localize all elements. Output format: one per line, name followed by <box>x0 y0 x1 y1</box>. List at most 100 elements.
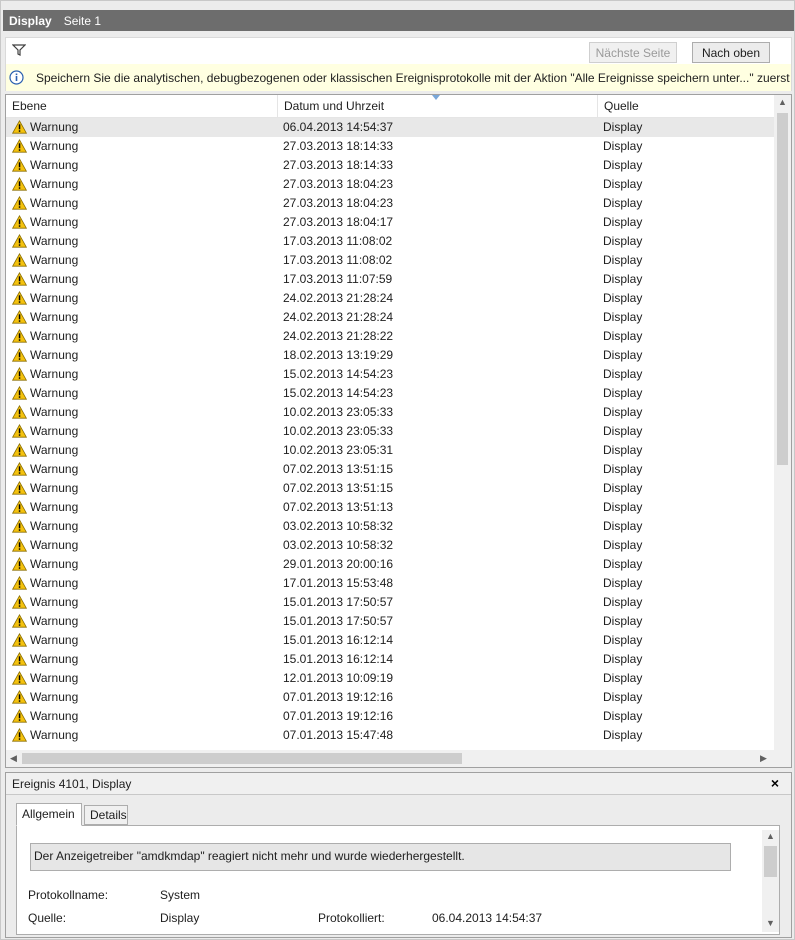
table-row[interactable]: Warnung 12.01.2013 10:09:19 Display <box>6 669 774 688</box>
close-icon[interactable]: × <box>771 775 779 791</box>
warning-icon <box>12 310 27 324</box>
warning-icon <box>12 462 27 476</box>
table-row[interactable]: Warnung 07.01.2013 19:12:16 Display <box>6 688 774 707</box>
warning-icon <box>12 633 27 647</box>
table-row[interactable]: Warnung 24.02.2013 21:28:24 Display <box>6 289 774 308</box>
table-row[interactable]: Warnung 17.03.2013 11:08:02 Display <box>6 232 774 251</box>
row-level: Warnung <box>30 633 79 647</box>
column-header-source[interactable]: Quelle <box>598 95 774 117</box>
row-datetime: 12.01.2013 10:09:19 <box>283 671 394 685</box>
vertical-scrollbar[interactable]: ▲ <box>774 95 791 750</box>
row-level: Warnung <box>30 595 79 609</box>
table-row[interactable]: Warnung 24.02.2013 21:28:24 Display <box>6 308 774 327</box>
scroll-corner <box>774 750 791 767</box>
row-source: Display <box>603 348 643 362</box>
row-source: Display <box>603 158 643 172</box>
next-page-button[interactable]: Nächste Seite <box>589 42 677 63</box>
row-source: Display <box>603 196 643 210</box>
event-rows: Warnung 06.04.2013 14:54:37 Display Warnung… <box>6 118 774 750</box>
table-row[interactable]: Warnung 15.01.2013 17:50:57 Display <box>6 612 774 631</box>
row-datetime: 03.02.2013 10:58:32 <box>283 519 394 533</box>
warning-icon <box>12 652 27 666</box>
scroll-left-icon[interactable]: ◀ <box>10 753 17 764</box>
table-row[interactable]: Warnung 10.02.2013 23:05:33 Display <box>6 403 774 422</box>
row-level: Warnung <box>30 215 79 229</box>
detail-title: Ereignis 4101, Display <box>12 777 132 791</box>
to-top-button[interactable]: Nach oben <box>692 42 770 63</box>
detail-scrollbar[interactable]: ▲ ▼ <box>762 830 779 932</box>
vertical-scroll-thumb[interactable] <box>777 113 788 465</box>
warning-icon <box>12 158 27 172</box>
row-datetime: 15.01.2013 16:12:14 <box>283 652 394 666</box>
table-row[interactable]: Warnung 27.03.2013 18:04:17 Display <box>6 213 774 232</box>
table-row[interactable]: Warnung 17.03.2013 11:07:59 Display <box>6 270 774 289</box>
row-source: Display <box>603 519 643 533</box>
row-level: Warnung <box>30 443 79 457</box>
table-row[interactable]: Warnung 06.04.2013 14:54:37 Display <box>6 118 774 137</box>
scroll-up-icon[interactable]: ▲ <box>778 97 787 107</box>
row-datetime: 15.02.2013 14:54:23 <box>283 367 394 381</box>
table-row[interactable]: Warnung 27.03.2013 18:04:23 Display <box>6 194 774 213</box>
warning-icon <box>12 576 27 590</box>
row-source: Display <box>603 443 643 457</box>
event-viewer-window: Display Seite 1 Nächste Seite Nach oben … <box>0 0 795 940</box>
horizontal-scrollbar[interactable]: ◀ ▶ <box>6 750 774 767</box>
row-level: Warnung <box>30 538 79 552</box>
detail-scroll-down-icon[interactable]: ▼ <box>766 918 775 928</box>
row-level: Warnung <box>30 291 79 305</box>
table-row[interactable]: Warnung 27.03.2013 18:14:33 Display <box>6 137 774 156</box>
warning-icon <box>12 595 27 609</box>
row-level: Warnung <box>30 139 79 153</box>
table-row[interactable]: Warnung 24.02.2013 21:28:22 Display <box>6 327 774 346</box>
table-row[interactable]: Warnung 10.02.2013 23:05:31 Display <box>6 441 774 460</box>
table-row[interactable]: Warnung 10.02.2013 23:05:33 Display <box>6 422 774 441</box>
row-datetime: 17.03.2013 11:08:02 <box>283 234 393 248</box>
table-row[interactable]: Warnung 07.01.2013 15:47:48 Display <box>6 726 774 745</box>
warning-icon <box>12 196 27 210</box>
table-row[interactable]: Warnung 07.02.2013 13:51:13 Display <box>6 498 774 517</box>
table-row[interactable]: Warnung 27.03.2013 18:04:23 Display <box>6 175 774 194</box>
detail-scroll-thumb[interactable] <box>764 846 777 877</box>
table-row[interactable]: Warnung 07.02.2013 13:51:15 Display <box>6 479 774 498</box>
table-row[interactable]: Warnung 15.02.2013 14:54:23 Display <box>6 384 774 403</box>
filter-icon[interactable] <box>12 44 26 56</box>
table-row[interactable]: Warnung 29.01.2013 20:00:16 Display <box>6 555 774 574</box>
table-row[interactable]: Warnung 15.01.2013 17:50:57 Display <box>6 593 774 612</box>
warning-icon <box>12 690 27 704</box>
row-level: Warnung <box>30 329 79 343</box>
table-row[interactable]: Warnung 18.02.2013 13:19:29 Display <box>6 346 774 365</box>
warning-icon <box>12 519 27 533</box>
row-source: Display <box>603 177 643 191</box>
row-source: Display <box>603 120 643 134</box>
row-source: Display <box>603 557 643 571</box>
table-row[interactable]: Warnung 07.02.2013 13:51:15 Display <box>6 460 774 479</box>
table-row[interactable]: Warnung 15.01.2013 16:12:14 Display <box>6 650 774 669</box>
row-source: Display <box>603 500 643 514</box>
row-source: Display <box>603 576 643 590</box>
tab-general[interactable]: Allgemein <box>16 803 82 826</box>
row-source: Display <box>603 614 643 628</box>
warning-icon <box>12 120 27 134</box>
row-datetime: 07.01.2013 15:47:48 <box>283 728 394 742</box>
row-datetime: 10.02.2013 23:05:33 <box>283 424 394 438</box>
row-source: Display <box>603 671 643 685</box>
table-row[interactable]: Warnung 03.02.2013 10:58:32 Display <box>6 517 774 536</box>
warning-icon <box>12 538 27 552</box>
row-source: Display <box>603 272 643 286</box>
table-row[interactable]: Warnung 17.01.2013 15:53:48 Display <box>6 574 774 593</box>
tab-details[interactable]: Details <box>84 805 128 825</box>
row-source: Display <box>603 481 643 495</box>
general-tab-panel: Der Anzeigetreiber "amdkmdap" reagiert n… <box>16 825 780 935</box>
table-row[interactable]: Warnung 15.01.2013 16:12:14 Display <box>6 631 774 650</box>
horizontal-scroll-thumb[interactable] <box>22 753 462 764</box>
table-row[interactable]: Warnung 07.01.2013 19:12:16 Display <box>6 707 774 726</box>
detail-scroll-up-icon[interactable]: ▲ <box>766 831 775 841</box>
warning-icon <box>12 424 27 438</box>
table-row[interactable]: Warnung 15.02.2013 14:54:23 Display <box>6 365 774 384</box>
row-level: Warnung <box>30 253 79 267</box>
table-row[interactable]: Warnung 27.03.2013 18:14:33 Display <box>6 156 774 175</box>
scroll-right-icon[interactable]: ▶ <box>760 753 767 764</box>
column-header-level[interactable]: Ebene <box>6 95 278 117</box>
table-row[interactable]: Warnung 17.03.2013 11:08:02 Display <box>6 251 774 270</box>
table-row[interactable]: Warnung 03.02.2013 10:58:32 Display <box>6 536 774 555</box>
